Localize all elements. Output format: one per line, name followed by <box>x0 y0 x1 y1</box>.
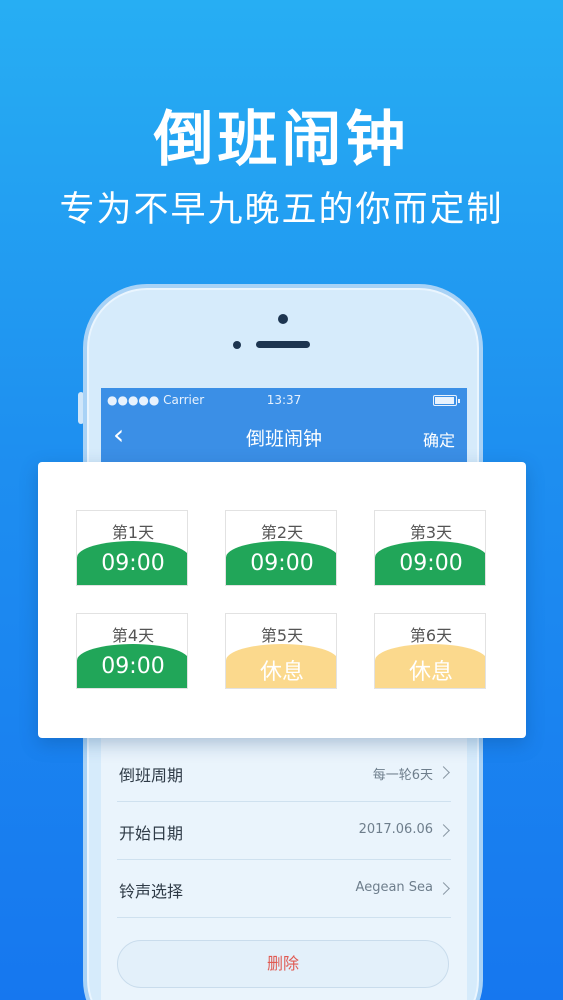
row-label: 倒班周期 <box>119 766 184 785</box>
tile-time: 09:00 <box>250 551 314 576</box>
app-bar: ●●●●● Carrier 13:37 ‹ 倒班闹钟 确定 <box>101 388 467 462</box>
tile-time: 09:00 <box>399 551 463 576</box>
row-label: 开始日期 <box>119 824 184 843</box>
day-tile-4[interactable]: 第4天 09:00 <box>76 613 188 689</box>
settings-row-ringtone[interactable]: 铃声选择 Aegean Sea <box>117 860 451 918</box>
day-tile-3[interactable]: 第3天 09:00 <box>374 510 486 586</box>
tile-time: 休息 <box>408 660 453 685</box>
day-tile-2[interactable]: 第2天 09:00 <box>225 510 337 586</box>
battery-icon <box>433 395 460 406</box>
tile-time: 休息 <box>259 660 304 685</box>
row-label: 铃声选择 <box>119 882 184 901</box>
tile-day-label: 第1天 <box>111 523 155 542</box>
nav-title: 倒班闹钟 <box>245 428 322 450</box>
promo-title: 倒班闹钟 <box>153 105 410 175</box>
day-tile-1[interactable]: 第1天 09:00 <box>76 510 188 586</box>
chevron-right-icon <box>437 766 450 779</box>
settings-row-start-date[interactable]: 开始日期 2017.06.06 <box>117 802 451 860</box>
tile-day-label: 第6天 <box>409 626 453 645</box>
row-value: 每一轮6天 <box>372 768 433 783</box>
earpiece-speaker <box>256 341 310 348</box>
schedule-card: 第1天 09:00 第2天 09:00 第3天 09:00 第4天 09:00 … <box>38 462 526 738</box>
proximity-sensor <box>233 341 241 349</box>
chevron-right-icon <box>437 824 450 837</box>
row-value: Aegean Sea <box>355 880 433 895</box>
promo-subtitle: 专为不早九晚五的你而定制 <box>59 190 504 230</box>
status-time: 13:37 <box>266 393 302 407</box>
tile-day-label: 第4天 <box>111 626 155 645</box>
day-tile-6[interactable]: 第6天 休息 <box>374 613 486 689</box>
tile-time: 09:00 <box>101 551 165 576</box>
day-tile-5[interactable]: 第5天 休息 <box>225 613 337 689</box>
settings-row-cycle[interactable]: 倒班周期 每一轮6天 <box>117 744 451 802</box>
tile-time: 09:00 <box>101 654 165 679</box>
chevron-right-icon <box>437 882 450 895</box>
confirm-button[interactable]: 确定 <box>423 427 455 451</box>
tile-day-label: 第2天 <box>260 523 304 542</box>
row-value: 2017.06.06 <box>358 822 433 837</box>
delete-button[interactable]: 删除 <box>117 940 449 988</box>
tile-day-label: 第3天 <box>409 523 453 542</box>
front-camera <box>278 314 288 324</box>
tile-day-label: 第5天 <box>260 626 304 645</box>
